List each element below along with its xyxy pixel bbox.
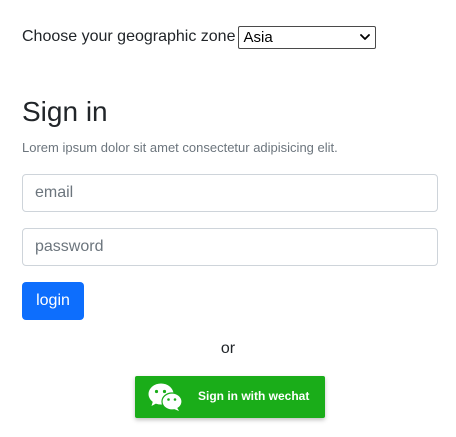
- page-title: Sign in: [22, 96, 108, 127]
- chevron-down-icon: [360, 33, 371, 40]
- login-button[interactable]: login: [22, 282, 84, 320]
- zone-selector-row: Choose your geographic zone Asia: [22, 25, 377, 49]
- zone-label: Choose your geographic zone: [22, 28, 236, 45]
- or-divider-text: or: [220, 340, 236, 357]
- wechat-signin-label: Sign in with wechat: [198, 389, 310, 403]
- email-field[interactable]: [22, 174, 438, 212]
- wechat-icon: [148, 383, 183, 411]
- zone-select[interactable]: Asia: [238, 25, 377, 49]
- page-subtitle: Lorem ipsum dolor sit amet consectetur a…: [22, 140, 338, 155]
- page: Choose your geographic zone Asia Sign in…: [0, 0, 456, 437]
- zone-select-value: Asia: [243, 29, 273, 46]
- wechat-signin-button[interactable]: Sign in with wechat: [135, 376, 325, 418]
- password-field[interactable]: [22, 228, 438, 266]
